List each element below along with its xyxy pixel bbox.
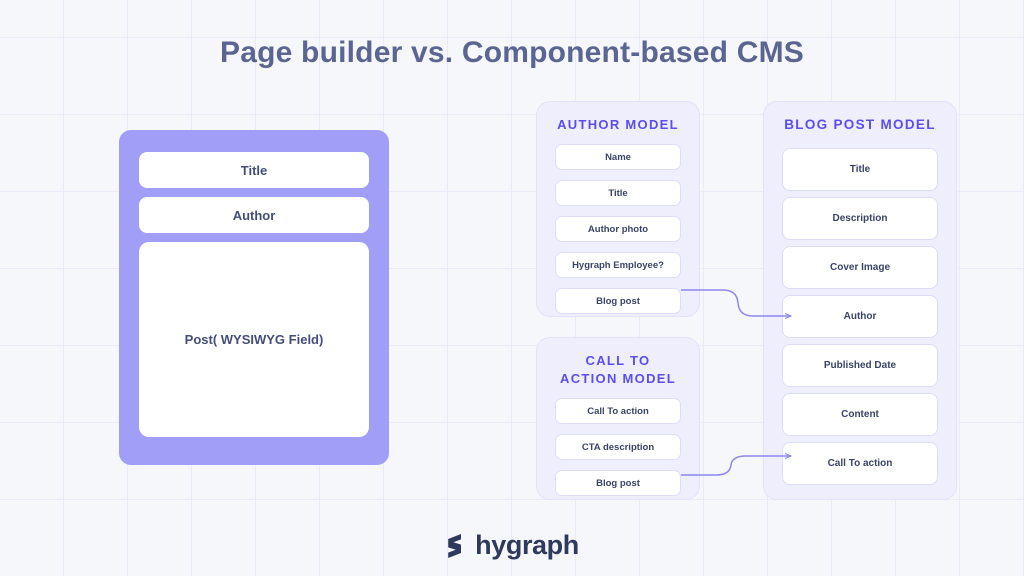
hygraph-wordmark: hygraph [475,530,579,560]
cta-field-blog-post[interactable]: Blog post [555,470,681,496]
blog-field-call-to-action[interactable]: Call To action [782,442,938,485]
blog-field-content[interactable]: Content [782,393,938,436]
blog-field-description[interactable]: Description [782,197,938,240]
blog-field-published-date[interactable]: Published Date [782,344,938,387]
blog-field-cover-image[interactable]: Cover Image [782,246,938,289]
blog-post-model-title: BLOG POST MODEL [784,117,936,132]
author-model-card: AUTHOR MODEL Name Title Author photo Hyg… [536,101,700,317]
cta-field-call-to-action[interactable]: Call To action [555,398,681,424]
hygraph-logo: hygraph [0,532,1024,559]
blog-field-author[interactable]: Author [782,295,938,338]
author-field-name[interactable]: Name [555,144,681,170]
diagram-canvas: Page builder vs. Component-based CMS Tit… [0,0,1024,576]
call-to-action-model-card: CALL TO ACTION MODEL Call To action CTA … [536,337,700,500]
builder-field-author[interactable]: Author [139,197,369,233]
author-field-author-photo[interactable]: Author photo [555,216,681,242]
author-field-blog-post[interactable]: Blog post [555,288,681,314]
cta-field-cta-description[interactable]: CTA description [555,434,681,460]
author-model-title: AUTHOR MODEL [557,117,679,132]
blog-post-model-card: BLOG POST MODEL Title Description Cover … [763,101,957,500]
builder-field-wysiwyg[interactable]: Post( WYSIWYG Field) [139,242,369,437]
page-title: Page builder vs. Component-based CMS [220,36,804,69]
hygraph-mark-icon [448,533,462,558]
author-field-title[interactable]: Title [555,180,681,206]
blog-field-title[interactable]: Title [782,148,938,191]
builder-field-title[interactable]: Title [139,152,369,188]
page-builder-card: Title Author Post( WYSIWYG Field) [119,130,389,465]
author-field-hygraph-employee[interactable]: Hygraph Employee? [555,252,681,278]
call-to-action-model-title: CALL TO ACTION MODEL [560,353,676,386]
